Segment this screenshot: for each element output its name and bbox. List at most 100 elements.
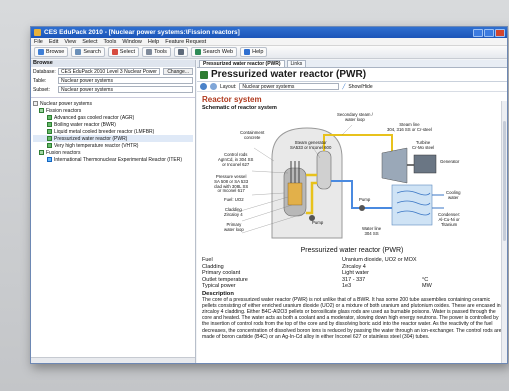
label-water-line: Water line 304 SS (362, 226, 382, 236)
tree-item-label: Fission reactors (46, 107, 82, 114)
label-containment: Containment concrete (240, 130, 265, 140)
menu-window[interactable]: Window (122, 39, 142, 45)
record-icon (47, 129, 52, 134)
property-row: Typical power 1e3 MW (202, 283, 502, 290)
schematic-caption: Pressurized water reactor (PWR) (300, 247, 404, 254)
menu-tools[interactable]: Tools (103, 39, 116, 45)
search-web-button[interactable]: Search Web (190, 47, 238, 57)
app-window: CES EduPack 2010 - [Nuclear power system… (30, 26, 508, 364)
globe-icon (194, 49, 201, 55)
change-database-button[interactable]: Change... (163, 68, 193, 75)
tree-item[interactable]: Boiling water reactor (BWR) (33, 121, 193, 128)
page-title-bar: Pressurized water reactor (PWR) (197, 68, 507, 82)
datasheet-panel: Pressurized water reactor (PWR) Links Pr… (197, 60, 507, 363)
label-turbine: Turbine Cr-Mo steel (412, 140, 435, 150)
subset-row: Subset: Nuclear power systems (31, 85, 195, 94)
toolbar: Browse Search Select Tools Search Web He… (31, 46, 507, 59)
browse-panel: Browse Database: CES EduPack 2010 Level … (31, 60, 196, 363)
search-web-label: Search Web (202, 49, 234, 55)
folder-icon (33, 101, 38, 106)
browse-button[interactable]: Browse (34, 47, 69, 57)
label-control-rods: Control rods AgInCd, in 304 SS or Inconel … (218, 152, 254, 167)
property-name: Typical power (202, 283, 236, 289)
minimize-button[interactable] (473, 28, 483, 37)
table-label: Table: (33, 77, 47, 84)
pwr-schematic: Containment concrete Secondary steam / wat… (202, 112, 502, 245)
layout-select[interactable]: Nuclear power systems (239, 83, 340, 90)
layout-label: Layout: (220, 83, 237, 90)
menu-edit[interactable]: Edit (49, 39, 58, 45)
tree-item-label: International Thermonuclear Experimental… (54, 156, 183, 163)
menu-help[interactable]: Help (148, 39, 159, 45)
datasheet-tabs: Pressurized water reactor (PWR) Links (197, 60, 507, 68)
select-label: Select (119, 49, 136, 55)
maximize-button[interactable] (484, 28, 494, 37)
tools-button[interactable]: Tools (142, 47, 171, 57)
browse-icon (38, 49, 44, 55)
tree-item[interactable]: Very high temperature reactor (VHTR) (33, 142, 193, 149)
folder-icon (39, 150, 44, 155)
section-title: Reactor system (202, 95, 262, 104)
label-fuel: Fuel: UO2 (224, 197, 244, 202)
title-bar: CES EduPack 2010 - [Nuclear power system… (31, 27, 507, 38)
menu-view[interactable]: View (64, 39, 76, 45)
forward-icon[interactable] (210, 83, 217, 90)
show-hide-icon[interactable]: ╱ (342, 84, 345, 90)
tree-item[interactable]: Advanced gas cooled reactor (AGR) (33, 114, 193, 121)
subset-label: Subset: (33, 86, 50, 93)
close-button[interactable] (495, 28, 505, 37)
label-pump-primary: Pump (312, 220, 324, 225)
help-label: Help (252, 49, 264, 55)
tree-item[interactable]: Fission reactors (33, 107, 193, 114)
window-title: CES EduPack 2010 - [Nuclear power system… (44, 29, 240, 36)
menu-file[interactable]: File (34, 39, 43, 45)
scrollbar-thumb[interactable] (503, 121, 506, 241)
tree-item-label: Fusion reactors (46, 149, 81, 156)
label-condenser: Condenser: Al-Cu-Ni or Titanium (438, 212, 461, 227)
datasheet-content: Reactor system Schematic of reactor syst… (197, 92, 507, 343)
menu-feature-request[interactable]: Feature Request (165, 39, 206, 45)
tab-datasheet[interactable]: Pressurized water reactor (PWR) (199, 60, 285, 67)
property-unit: MW (422, 283, 432, 289)
vertical-scrollbar[interactable] (501, 101, 507, 363)
tree-item[interactable]: Nuclear power systems (33, 100, 193, 107)
database-value: CES EduPack 2010 Level 3 Nuclear Power (58, 68, 161, 75)
binoculars-icon (75, 49, 82, 55)
record-icon (47, 122, 52, 127)
label-pump-secondary: Pump (359, 197, 371, 202)
horizontal-scrollbar[interactable] (31, 357, 195, 363)
menu-select[interactable]: Select (82, 39, 97, 45)
page-title: Pressurized water reactor (PWR) (211, 69, 367, 80)
record-icon (47, 157, 52, 162)
select-icon (111, 49, 118, 55)
table-row: Table: Nuclear power systems (31, 76, 195, 85)
select-button[interactable]: Select (107, 47, 140, 57)
show-hide-button[interactable]: Show/Hide (348, 84, 372, 90)
menu-bar: File Edit View Select Tools Window Help … (31, 38, 507, 46)
label-steam-line: Steam line 304, 316 SS or Cr-steel (387, 122, 432, 132)
app-icon (34, 29, 41, 36)
tree-item[interactable]: Fusion reactors (33, 149, 193, 156)
tree-item[interactable]: International Thermonuclear Experimental… (33, 156, 193, 163)
label-cooling-water: Cooling water (446, 190, 461, 200)
search-button[interactable]: Search (71, 47, 105, 57)
search-label: Search (83, 49, 101, 55)
tab-links[interactable]: Links (286, 60, 307, 67)
back-icon[interactable] (200, 83, 207, 90)
tree-item-selected[interactable]: Pressurized water reactor (PWR) (33, 135, 193, 142)
print-button[interactable] (173, 47, 188, 57)
record-tree: Nuclear power systems Fission reactors A… (31, 97, 195, 165)
label-steam-generator: Steam generator SA533 or Inconel 600 (290, 140, 332, 150)
property-table: Fuel Uranium dioxide, UO2 or MOX Claddin… (202, 257, 502, 290)
tree-item-label: Liquid metal cooled breeder reactor (LMF… (54, 128, 155, 135)
property-value: 1e3 (342, 283, 352, 289)
help-button[interactable]: Help (240, 47, 268, 57)
description-text: The core of a pressurized water reactor … (202, 296, 502, 340)
gear-icon (146, 49, 153, 55)
browse-label: Browse (46, 49, 65, 55)
table-select[interactable]: Nuclear power systems (58, 77, 193, 84)
label-generator: Generator (440, 159, 460, 164)
subset-select[interactable]: Nuclear power systems (58, 86, 193, 93)
tree-item[interactable]: Liquid metal cooled breeder reactor (LMF… (33, 128, 193, 135)
schematic-title: Schematic of reactor system (202, 105, 277, 111)
